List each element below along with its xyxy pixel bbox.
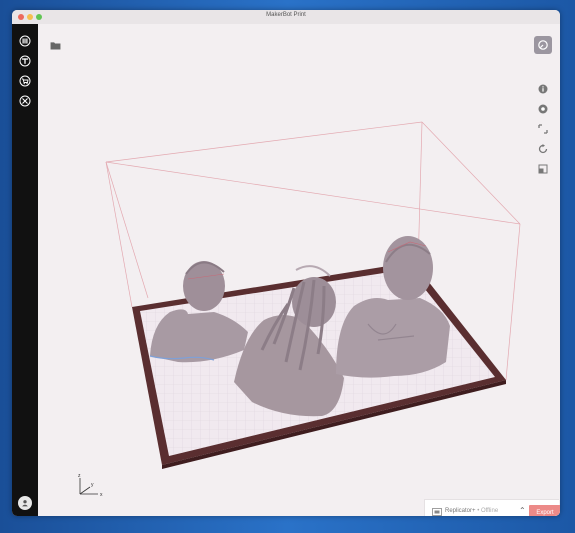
cart-icon — [19, 75, 31, 87]
move-icon — [538, 124, 548, 134]
thingiverse-button[interactable] — [18, 54, 32, 68]
scale-icon — [538, 164, 548, 174]
account-icon — [22, 500, 28, 507]
printer-icon — [432, 508, 442, 516]
tools-icon — [19, 95, 31, 107]
window-title: MakerBot Print — [266, 12, 306, 18]
rotate-button[interactable] — [536, 142, 550, 156]
rotate-icon — [538, 144, 548, 154]
right-toolbar — [536, 82, 550, 182]
axis-gizmo: z x y — [78, 473, 103, 498]
library-button[interactable] — [18, 34, 32, 48]
sidebar — [12, 24, 38, 516]
printer-settings-icon — [538, 40, 548, 50]
title-bar: MakerBot Print — [12, 10, 560, 25]
axis-x-label: x — [100, 492, 103, 498]
thingiverse-icon — [19, 55, 31, 67]
app-window: MakerBot Print z x y Replicator+ • Offli… — [12, 10, 560, 516]
open-file-button[interactable] — [48, 38, 62, 52]
utilities-button[interactable] — [18, 94, 32, 108]
build-scene — [105, 121, 521, 469]
account-button[interactable] — [18, 496, 32, 510]
3d-viewport[interactable]: z x y Replicator+ • Offline ⌃ Export — [38, 24, 560, 516]
store-button[interactable] — [18, 74, 32, 88]
printer-status: • Offline — [477, 508, 499, 514]
printer-bar: Replicator+ • Offline ⌃ Export — [424, 499, 560, 516]
chevron-up-icon[interactable]: ⌃ — [519, 506, 526, 515]
axis-z-label: z — [78, 473, 81, 479]
view-button[interactable] — [536, 102, 550, 116]
printer-settings-button[interactable] — [534, 36, 552, 54]
view-icon — [538, 104, 548, 114]
printer-name: Replicator+ — [445, 508, 476, 514]
library-icon — [19, 35, 31, 47]
info-button[interactable] — [536, 82, 550, 96]
export-button[interactable]: Export — [529, 505, 560, 516]
move-button[interactable] — [536, 122, 550, 136]
info-icon — [538, 84, 548, 94]
scale-button[interactable] — [536, 162, 550, 176]
printer-selector[interactable]: Replicator+ • Offline — [445, 508, 498, 514]
folder-icon — [50, 41, 60, 50]
axis-y-label: y — [91, 482, 94, 488]
